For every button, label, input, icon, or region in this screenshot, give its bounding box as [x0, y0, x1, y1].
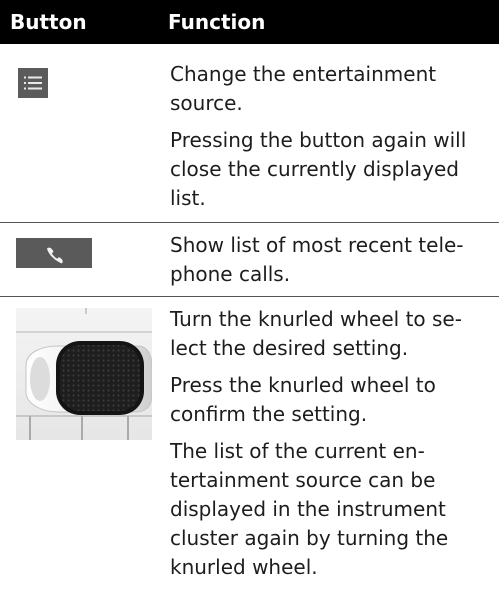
row-1-description: Change the entertainment source. Pressin…	[170, 60, 492, 213]
column-header-function: Function	[168, 10, 266, 34]
row-1-paragraph-2: Pressing the button again will close the…	[170, 128, 467, 210]
column-header-button: Button	[10, 10, 87, 34]
knurled-wheel-image	[16, 308, 152, 440]
row-3-paragraph-1: Turn the knurled wheel to se-lect the de…	[170, 307, 462, 360]
row-divider	[0, 296, 499, 297]
table-header: Button Function	[0, 0, 499, 44]
phone-icon	[16, 238, 92, 268]
row-2-paragraph-1: Show list of most recent tele-phone call…	[170, 233, 464, 286]
row-1-paragraph-1: Change the entertainment source.	[170, 62, 437, 115]
row-2-description: Show list of most recent tele-phone call…	[170, 231, 492, 289]
row-3-paragraph-3: The list of the current en-tertainment s…	[170, 439, 449, 579]
row-3-paragraph-2: Press the knurled wheel to confirm the s…	[170, 373, 436, 426]
list-menu-icon	[18, 68, 48, 98]
row-3-description: Turn the knurled wheel to se-lect the de…	[170, 305, 492, 582]
row-divider	[0, 222, 499, 223]
